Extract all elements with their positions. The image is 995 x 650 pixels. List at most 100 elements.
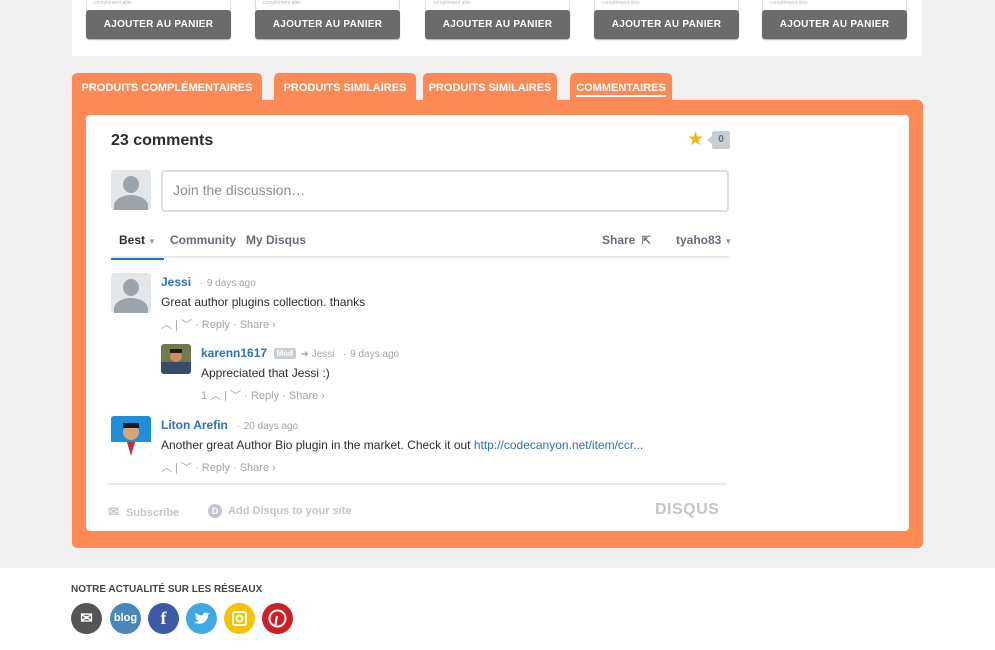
comment-time[interactable]: 9 days ago [207, 278, 256, 289]
social-title: NOTRE ACTUALITÉ SUR LES RÉSEAUX [71, 584, 263, 595]
avatar-body [114, 298, 148, 313]
comment-text: Another great Author Bio plugin in the m… [161, 438, 474, 452]
tab-label: PRODUITS SIMILAIRES [428, 82, 552, 94]
reply-arrow-icon: ➜ [300, 349, 309, 360]
email-icon[interactable]: ✉ [71, 603, 102, 634]
comment-actions: ︿ | ﹀ · Reply · Share › [161, 462, 276, 474]
comment-time[interactable]: 9 days ago [350, 349, 399, 360]
moderator-badge: Mod [273, 348, 296, 359]
social-section: NOTRE ACTUALITÉ SUR LES RÉSEAUX ✉ blog f [0, 568, 995, 650]
tab-label: COMMENTAIRES [576, 82, 666, 97]
user-photo-icon [161, 344, 191, 374]
add-to-cart-button[interactable]: AJOUTER AU PANIER [762, 10, 907, 39]
chevron-down-icon: ▼ [724, 237, 733, 246]
share-label: Share [602, 233, 636, 247]
downvote-icon[interactable]: ﹀ [230, 390, 241, 402]
avatar[interactable] [161, 344, 191, 374]
comment-author[interactable]: karenn1617 [201, 346, 267, 360]
comment-link[interactable]: http://codecanyon.net/item/ccr... [474, 438, 643, 452]
disqus-thread: 23 comments ★ 0 Join the discussion… Bes… [86, 115, 909, 531]
product-caption: complément alim [770, 0, 808, 6]
upvote-icon[interactable]: ︿ [161, 319, 172, 331]
pinterest-icon[interactable] [262, 603, 293, 634]
avatar [111, 170, 151, 210]
product-card: complément alim AJOUTER AU PANIER [762, 0, 907, 40]
share-icon: ⇱ [641, 235, 651, 247]
my-disqus-tab[interactable]: My Disqus [246, 233, 306, 260]
divider [108, 483, 727, 485]
comment-count: 23 comments [111, 132, 214, 149]
star-icon[interactable]: ★ [687, 128, 704, 151]
community-tab[interactable]: Community [170, 233, 236, 260]
comment-item: Jessi · 9 days ago Great author plugins c… [161, 275, 366, 331]
envelope-icon: ✉ [108, 504, 119, 519]
comments-panel: 23 comments ★ 0 Join the discussion… Bes… [72, 100, 923, 548]
avatar[interactable] [111, 273, 151, 313]
tab-commentaires[interactable]: COMMENTAIRES [570, 73, 672, 101]
product-card: complément alim AJOUTER AU PANIER [425, 0, 570, 40]
sort-best-tab[interactable]: Best ▼ [111, 233, 164, 260]
tab-label: PRODUITS SIMILAIRES [283, 82, 407, 94]
blog-icon[interactable]: blog [110, 603, 141, 634]
join-discussion-input[interactable]: Join the discussion… [161, 170, 729, 212]
blog-label: blog [113, 612, 138, 624]
product-strip: complément alim AJOUTER AU PANIER complé… [72, 0, 922, 56]
comment-author[interactable]: Jessi [161, 275, 191, 289]
reply-link[interactable]: Reply [251, 390, 279, 402]
avatar-head [123, 176, 139, 193]
comment-author[interactable]: Liton Arefin [161, 418, 228, 432]
add-disqus-label: Add Disqus to your site [228, 505, 352, 517]
share-thread-button[interactable]: Share ⇱ [602, 233, 651, 260]
thread-nav: Best ▼ Community My Disqus Share ⇱ tyaho8… [111, 233, 732, 260]
product-caption: complément alim [94, 0, 132, 6]
product-card: complément alim AJOUTER AU PANIER [86, 0, 231, 40]
vote-count: 1 [201, 390, 208, 402]
twitter-icon[interactable] [186, 603, 217, 634]
user-menu[interactable]: tyaho83 ▼ [676, 233, 732, 260]
avatar-head [123, 279, 139, 296]
upvote-icon[interactable]: ︿ [210, 390, 221, 402]
share-link[interactable]: Share › [240, 462, 276, 474]
downvote-icon[interactable]: ﹀ [181, 319, 192, 331]
comment-text: Great author plugins collection. thanks [161, 295, 366, 309]
avatar-body [114, 195, 148, 210]
comment-item: Liton Arefin · 20 days ago Another great … [161, 418, 644, 474]
sort-best-label: Best [119, 233, 146, 247]
comment-time[interactable]: 20 days ago [244, 421, 299, 432]
tab-label: PRODUITS COMPLÉMENTAIRES [81, 82, 253, 94]
chevron-down-icon: ▼ [148, 237, 156, 246]
add-disqus-link[interactable]: D Add Disqus to your site [208, 504, 352, 518]
facebook-icon[interactable]: f [148, 603, 179, 634]
share-link[interactable]: Share › [289, 390, 325, 402]
reply-to-author[interactable]: Jessi [312, 349, 335, 360]
tab-produits-similaires-2[interactable]: PRODUITS SIMILAIRES [423, 73, 557, 101]
avatar[interactable] [111, 416, 151, 456]
add-to-cart-button[interactable]: AJOUTER AU PANIER [425, 10, 570, 39]
tab-produits-similaires-1[interactable]: PRODUITS SIMILAIRES [274, 73, 416, 101]
comment-item: karenn1617 Mod ➜ Jessi · 9 days ago Appre… [201, 346, 400, 402]
product-card: complément alim AJOUTER AU PANIER [255, 0, 400, 40]
reply-link[interactable]: Reply [202, 319, 230, 331]
downvote-icon[interactable]: ﹀ [181, 462, 192, 474]
product-caption: complément alim [602, 0, 640, 6]
product-caption: complément alim [263, 0, 301, 6]
subscribe-label: Subscribe [125, 507, 180, 519]
reply-link[interactable]: Reply [202, 462, 230, 474]
comment-actions: 1 ︿ | ﹀ · Reply · Share › [201, 390, 325, 402]
comment-text: Appreciated that Jessi :) [201, 366, 330, 380]
user-photo-icon [111, 416, 151, 456]
instagram-icon[interactable] [224, 603, 255, 634]
comment-actions: ︿ | ﹀ · Reply · Share › [161, 319, 276, 331]
product-card: complément alim AJOUTER AU PANIER [594, 0, 739, 40]
add-to-cart-button[interactable]: AJOUTER AU PANIER [594, 10, 739, 39]
add-to-cart-button[interactable]: AJOUTER AU PANIER [255, 10, 400, 39]
product-caption: complément alim [433, 0, 471, 6]
subscribe-link[interactable]: ✉ Subscribe [108, 504, 179, 520]
favorite-count-badge: 0 [707, 131, 730, 149]
upvote-icon[interactable]: ︿ [161, 462, 172, 474]
disqus-logo[interactable]: DISQUS [655, 501, 719, 519]
tab-produits-complementaires[interactable]: PRODUITS COMPLÉMENTAIRES [72, 73, 262, 101]
share-link[interactable]: Share › [240, 319, 276, 331]
add-to-cart-button[interactable]: AJOUTER AU PANIER [86, 10, 231, 39]
disqus-d-icon: D [208, 504, 222, 518]
